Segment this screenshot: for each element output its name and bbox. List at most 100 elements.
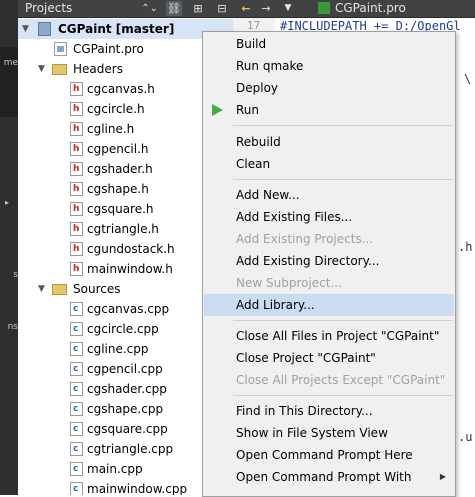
split-icon[interactable]: ⊞ xyxy=(190,1,206,16)
menu-separator xyxy=(233,320,453,321)
folder-icon xyxy=(52,64,67,75)
chevron-updown-icon: ⌃⌄ xyxy=(141,3,158,14)
menu-item-open-command-prompt-with[interactable]: Open Command Prompt With ▶ xyxy=(204,466,454,488)
file-name: cgshader.h xyxy=(87,162,153,176)
menu-item-close-all-files[interactable]: Close All Files in Project "CGPaint" xyxy=(204,325,454,347)
folder-icon xyxy=(52,284,67,295)
folder-name: Sources xyxy=(73,282,121,296)
menu-item-label: Close All Projects Except "CGPaint" xyxy=(236,373,446,387)
open-document-tab[interactable]: CGPaint.pro xyxy=(318,0,406,17)
menu-item-add-existing-projects: Add Existing Projects... xyxy=(204,228,454,250)
menu-item-label: Add New... xyxy=(236,188,300,202)
menu-item-deploy[interactable]: Deploy xyxy=(204,77,454,99)
source-file-icon xyxy=(70,382,83,396)
code-fragment: .u xyxy=(458,430,473,444)
header-file-icon xyxy=(70,102,83,116)
view-selector-label: Projects xyxy=(25,1,73,15)
menu-item-label: Deploy xyxy=(236,81,279,95)
mode-label-projects[interactable]: s xyxy=(0,270,18,280)
top-toolbar: Projects ⌃⌄ ⛓ ⊞ ⊟ ← → ▼ CGPaint.pro xyxy=(18,0,475,18)
source-file-icon xyxy=(70,442,83,456)
back-arrow-icon[interactable]: ← xyxy=(238,1,254,16)
dropdown-arrow-icon[interactable]: ▼ xyxy=(280,1,296,16)
menu-item-label: Build xyxy=(236,37,267,51)
code-fragment: .h xyxy=(458,240,473,254)
menu-item-add-new[interactable]: Add New... xyxy=(204,184,454,206)
menu-separator xyxy=(233,125,453,126)
file-name: cgshape.cpp xyxy=(87,402,164,416)
file-name: cgcircle.cpp xyxy=(87,322,159,336)
menu-item-run-qmake[interactable]: Run qmake xyxy=(204,55,454,77)
project-tree: ▼ CGPaint [master] CGPaint.pro ▼ Headers… xyxy=(18,18,233,495)
tree-item-project[interactable]: ▼ CGPaint [master] xyxy=(18,19,233,39)
expanded-arrow-icon[interactable]: ▼ xyxy=(38,59,45,79)
source-file-icon xyxy=(70,342,83,356)
menu-item-add-existing-files[interactable]: Add Existing Files... xyxy=(204,206,454,228)
file-name: cgcanvas.h xyxy=(87,82,155,96)
file-name: cgshader.cpp xyxy=(87,382,167,396)
menu-item-build[interactable]: Build xyxy=(204,33,454,55)
menu-item-label: Close All Files in Project "CGPaint" xyxy=(236,329,440,343)
menu-item-label: Run qmake xyxy=(236,59,304,73)
menu-item-label: Open Command Prompt Here xyxy=(236,448,413,462)
source-file-icon xyxy=(70,422,83,436)
menu-item-label: Close Project "CGPaint" xyxy=(236,351,376,365)
header-file-icon xyxy=(70,82,83,96)
header-file-icon xyxy=(70,122,83,136)
menu-item-add-existing-directory[interactable]: Add Existing Directory... xyxy=(204,250,454,272)
mode-expand-arrow-icon[interactable]: ▸ xyxy=(5,198,9,207)
file-name: mainwindow.cpp xyxy=(87,482,188,495)
menu-item-label: Add Existing Projects... xyxy=(236,232,374,246)
view-selector-combo[interactable]: Projects ⌃⌄ xyxy=(22,0,162,17)
source-file-icon xyxy=(70,362,83,376)
menu-item-new-subproject: New Subproject... xyxy=(204,272,454,294)
menu-item-label: Clean xyxy=(236,157,271,171)
file-name: cgpencil.cpp xyxy=(87,362,163,376)
menu-item-label: Rebuild xyxy=(236,135,281,149)
expanded-arrow-icon[interactable]: ▼ xyxy=(22,19,29,39)
file-name: cgsquare.h xyxy=(87,202,154,216)
pro-file-icon xyxy=(318,1,330,14)
source-file-icon xyxy=(70,302,83,316)
menu-item-add-library[interactable]: Add Library... xyxy=(204,294,454,316)
menu-item-clean[interactable]: Clean xyxy=(204,153,454,175)
menu-item-find-in-directory[interactable]: Find in This Directory... xyxy=(204,400,454,422)
forward-arrow-icon[interactable]: → xyxy=(258,1,274,16)
link-icon[interactable]: ⛓ xyxy=(166,1,182,16)
menu-item-close-project[interactable]: Close Project "CGPaint" xyxy=(204,347,454,369)
menu-item-run[interactable]: Run xyxy=(204,99,454,121)
file-name: main.cpp xyxy=(87,462,143,476)
run-icon xyxy=(212,104,223,116)
mode-label-edit[interactable]: me xyxy=(0,58,18,68)
menu-item-open-command-prompt-here[interactable]: Open Command Prompt Here xyxy=(204,444,454,466)
header-file-icon xyxy=(70,202,83,216)
mode-bar: me ▸ s ns xyxy=(0,0,18,495)
file-name: cgsquare.cpp xyxy=(87,422,168,436)
menu-separator xyxy=(233,179,453,180)
header-file-icon xyxy=(70,242,83,256)
file-name: cgline.cpp xyxy=(87,342,149,356)
open-document-name: CGPaint.pro xyxy=(335,1,406,15)
header-file-icon xyxy=(70,162,83,176)
project-name: CGPaint [master] xyxy=(58,22,175,36)
close-panel-icon[interactable]: ⊟ xyxy=(214,1,230,16)
header-file-icon xyxy=(70,182,83,196)
file-name: cgcanvas.cpp xyxy=(87,302,170,316)
menu-item-label: Add Existing Directory... xyxy=(236,254,380,268)
file-name: cgshape.h xyxy=(87,182,149,196)
menu-item-label: New Subproject... xyxy=(236,276,342,290)
menu-item-label: Add Library... xyxy=(236,298,315,312)
mode-label-debug[interactable]: ns xyxy=(0,322,18,332)
expanded-arrow-icon[interactable]: ▼ xyxy=(38,279,45,299)
menu-item-close-all-projects-except: Close All Projects Except "CGPaint" xyxy=(204,369,454,391)
header-file-icon xyxy=(70,262,83,276)
pro-file-icon xyxy=(54,42,67,56)
file-name: mainwindow.h xyxy=(87,262,173,276)
code-fragment: \ xyxy=(464,72,472,86)
menu-item-label: Find in This Directory... xyxy=(236,404,373,418)
menu-item-rebuild[interactable]: Rebuild xyxy=(204,131,454,153)
menu-separator xyxy=(233,395,453,396)
file-name: cgundostack.h xyxy=(87,242,175,256)
menu-item-show-in-file-system[interactable]: Show in File System View xyxy=(204,422,454,444)
source-file-icon xyxy=(70,482,83,495)
